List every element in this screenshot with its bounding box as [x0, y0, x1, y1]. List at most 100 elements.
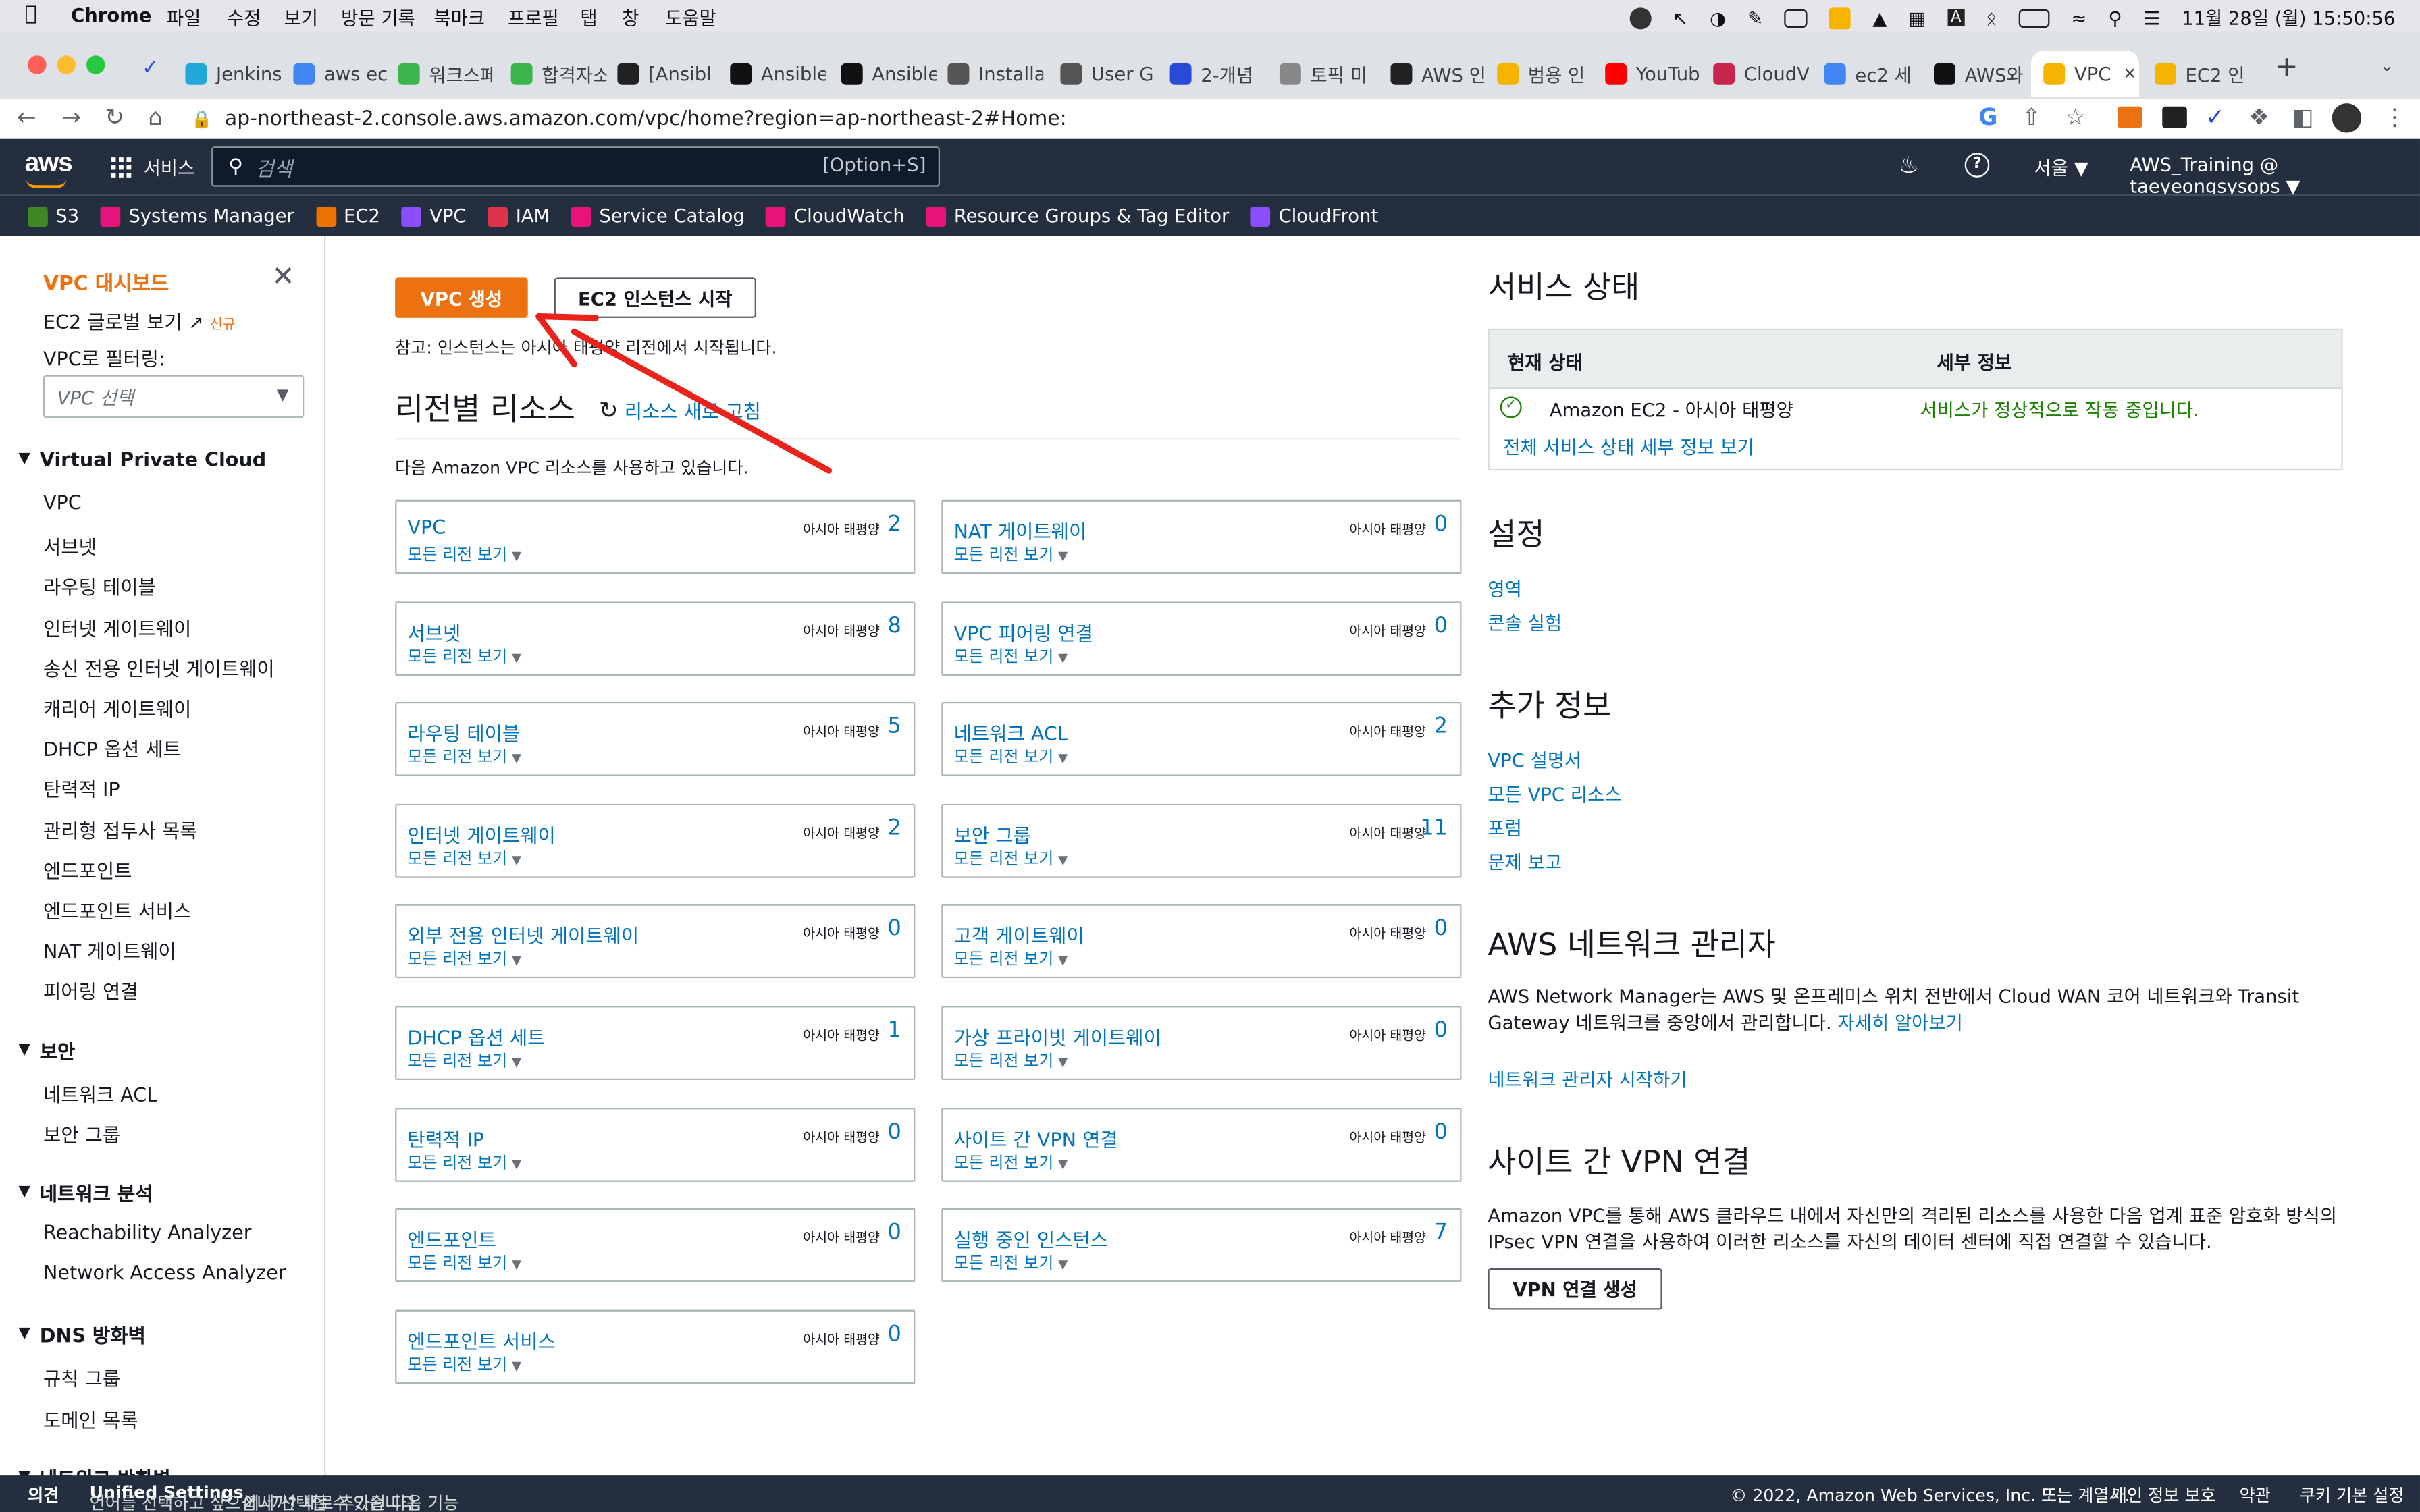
- resource-count[interactable]: 2: [887, 816, 901, 841]
- favorite-systems-manager[interactable]: Systems Manager: [101, 205, 294, 227]
- browser-tab[interactable]: EC2 인: [2154, 51, 2251, 97]
- resource-name-link[interactable]: VPC 피어링 연결: [954, 616, 1093, 645]
- sidebar-item[interactable]: 송신 전용 인터넷 게이트웨이: [43, 652, 275, 681]
- resource-name-link[interactable]: 보안 그룹: [954, 819, 1031, 848]
- grid-icon[interactable]: ▦: [1909, 7, 1926, 28]
- resource-count[interactable]: 11: [1420, 816, 1448, 841]
- favorite-cloudfront[interactable]: CloudFront: [1251, 205, 1378, 227]
- launch-ec2-button[interactable]: EC2 인스턴스 시작: [554, 277, 756, 318]
- sidebar-item[interactable]: 규칙 그룹: [43, 1363, 120, 1392]
- resource-name-link[interactable]: 탄력적 IP: [407, 1123, 484, 1152]
- forum-link[interactable]: 포럼: [1488, 815, 1521, 841]
- all-regions-toggle[interactable]: 모든 리전 보기 ▼: [407, 948, 521, 971]
- all-regions-toggle[interactable]: 모든 리전 보기 ▼: [954, 1150, 1068, 1173]
- all-regions-toggle[interactable]: 모든 리전 보기 ▼: [954, 1251, 1068, 1274]
- services-button[interactable]: 서비스: [111, 155, 194, 181]
- resource-count[interactable]: 0: [887, 1119, 901, 1144]
- resource-count[interactable]: 8: [887, 614, 901, 639]
- menu-history[interactable]: 방문 기록: [341, 5, 415, 31]
- favorite-s3[interactable]: S3: [28, 205, 79, 227]
- refresh-resources-button[interactable]: ↻ 리소스 새로 고침: [599, 395, 761, 424]
- resource-count[interactable]: 0: [1434, 512, 1448, 537]
- browser-tab[interactable]: 2-개념: [1169, 51, 1266, 97]
- all-regions-toggle[interactable]: 모든 리전 보기 ▼: [407, 1049, 521, 1072]
- sidebar-item[interactable]: VPC: [43, 491, 82, 514]
- favorite-vpc[interactable]: VPC: [401, 205, 467, 227]
- extensions-puzzle-icon[interactable]: ❖: [2248, 103, 2269, 131]
- extension-v-icon[interactable]: ✓: [2205, 103, 2225, 131]
- resource-name-link[interactable]: DHCP 옵션 세트: [407, 1021, 545, 1050]
- menu-bookmarks[interactable]: 북마크: [433, 5, 485, 31]
- resource-name-link[interactable]: 실행 중인 인스턴스: [954, 1224, 1108, 1253]
- sidebar-item[interactable]: 엔드포인트: [43, 855, 132, 884]
- resource-name-link[interactable]: 고객 게이트웨이: [954, 920, 1084, 949]
- menu-help[interactable]: 도움말: [665, 5, 716, 31]
- browser-tab[interactable]: VPC ✕: [2030, 51, 2139, 97]
- spotlight-icon[interactable]: ⚲: [2108, 7, 2122, 28]
- all-regions-toggle[interactable]: 모든 리전 보기 ▼: [954, 644, 1068, 667]
- browser-tab[interactable]: 범용 인: [1497, 51, 1593, 97]
- sidebar-item[interactable]: 라우팅 테이블: [43, 572, 156, 601]
- favorite-resource-groups[interactable]: Resource Groups & Tag Editor: [926, 205, 1229, 227]
- all-regions-toggle[interactable]: 모든 리전 보기 ▼: [407, 1251, 521, 1274]
- sidebar-section-header[interactable]: ▼ 네트워크 분석: [18, 1177, 153, 1206]
- create-vpc-button[interactable]: VPC 생성: [395, 277, 528, 318]
- close-icon[interactable]: ✕: [271, 261, 294, 293]
- all-regions-toggle[interactable]: 모든 리전 보기 ▼: [954, 846, 1068, 869]
- amazon-icon[interactable]: [1829, 7, 1851, 29]
- resource-count[interactable]: 2: [1434, 715, 1448, 740]
- resource-name-link[interactable]: 인터넷 게이트웨이: [407, 819, 555, 848]
- browser-tab[interactable]: 토픽 미: [1279, 51, 1375, 97]
- browser-tab[interactable]: Installa: [947, 51, 1043, 97]
- extension-icon[interactable]: ✓: [142, 57, 159, 80]
- sidebar-item[interactable]: DHCP 옵션 세트: [43, 733, 181, 762]
- vpc-filter-select[interactable]: VPC 선택 ▼: [43, 375, 305, 418]
- start-network-manager-link[interactable]: 네트워크 관리자 시작하기: [1488, 1066, 1687, 1092]
- browser-tab[interactable]: [Ansibl: [617, 51, 713, 97]
- vpc-docs-link[interactable]: VPC 설명서: [1488, 747, 1581, 773]
- region-selector[interactable]: 서울 ▼: [2034, 155, 2088, 181]
- resource-count[interactable]: 7: [1434, 1220, 1448, 1245]
- sidebar-item[interactable]: 엔드포인트 서비스: [43, 895, 191, 924]
- report-issue-link[interactable]: 문제 보고: [1488, 848, 1562, 875]
- sidebar-item[interactable]: 네트워크 ACL: [43, 1078, 157, 1107]
- resource-count[interactable]: 0: [1434, 614, 1448, 639]
- sidebar-item[interactable]: 인터넷 게이트웨이: [43, 612, 191, 641]
- menu-window[interactable]: 창: [622, 5, 639, 31]
- control-center-icon[interactable]: ☰: [2144, 7, 2161, 28]
- privacy-link[interactable]: 개인 정보 보호: [2111, 1483, 2216, 1508]
- home-icon[interactable]: ⌂: [148, 103, 163, 131]
- tab-search-icon[interactable]: ⌄: [2380, 55, 2394, 76]
- all-regions-toggle[interactable]: 모든 리전 보기 ▼: [407, 1150, 521, 1173]
- resource-count[interactable]: 0: [887, 1220, 901, 1245]
- fullscreen-window-button[interactable]: [86, 55, 105, 74]
- tab-close-icon[interactable]: ✕: [2124, 65, 2136, 82]
- new-tab-button[interactable]: +: [2275, 51, 2298, 83]
- clock[interactable]: 11월 28일 (월) 15:50:56: [2182, 5, 2395, 31]
- resource-count[interactable]: 0: [887, 917, 901, 942]
- help-icon[interactable]: ?: [1964, 153, 1990, 178]
- all-regions-toggle[interactable]: 모든 리전 보기 ▼: [407, 846, 521, 869]
- zones-link[interactable]: 영역: [1488, 576, 1521, 602]
- status-icon[interactable]: [1629, 7, 1652, 29]
- browser-tab[interactable]: CloudV: [1713, 51, 1809, 97]
- browser-tab[interactable]: AWS 인: [1390, 51, 1486, 97]
- reload-icon[interactable]: ↻: [105, 103, 124, 131]
- console-experiments-link[interactable]: 콘솔 실험: [1488, 610, 1562, 636]
- resource-name-link[interactable]: 가상 프라이빗 게이트웨이: [954, 1021, 1161, 1050]
- bookmark-star-icon[interactable]: ☆: [2065, 103, 2086, 131]
- profile-avatar[interactable]: [2332, 103, 2362, 133]
- forward-icon[interactable]: →: [61, 103, 81, 131]
- close-window-button[interactable]: [28, 55, 47, 74]
- favorite-iam[interactable]: IAM: [488, 205, 550, 227]
- search-input[interactable]: ⚲ 검색 [Option+S]: [211, 146, 940, 187]
- feedback-link[interactable]: 의견: [28, 1483, 59, 1508]
- resource-count[interactable]: 0: [1434, 917, 1448, 942]
- bluetooth-icon[interactable]: ᛟ: [1986, 7, 1997, 28]
- resource-name-link[interactable]: 엔드포인트 서비스: [407, 1325, 555, 1354]
- browser-tab[interactable]: Ansible: [730, 51, 826, 97]
- chrome-menu-icon[interactable]: ⋮: [2383, 103, 2406, 131]
- sidebar-section-header[interactable]: ▼ 보안: [18, 1035, 75, 1064]
- resource-count[interactable]: 0: [1434, 1119, 1448, 1144]
- sidebar-section-header[interactable]: ▼ Virtual Private Cloud: [18, 448, 266, 470]
